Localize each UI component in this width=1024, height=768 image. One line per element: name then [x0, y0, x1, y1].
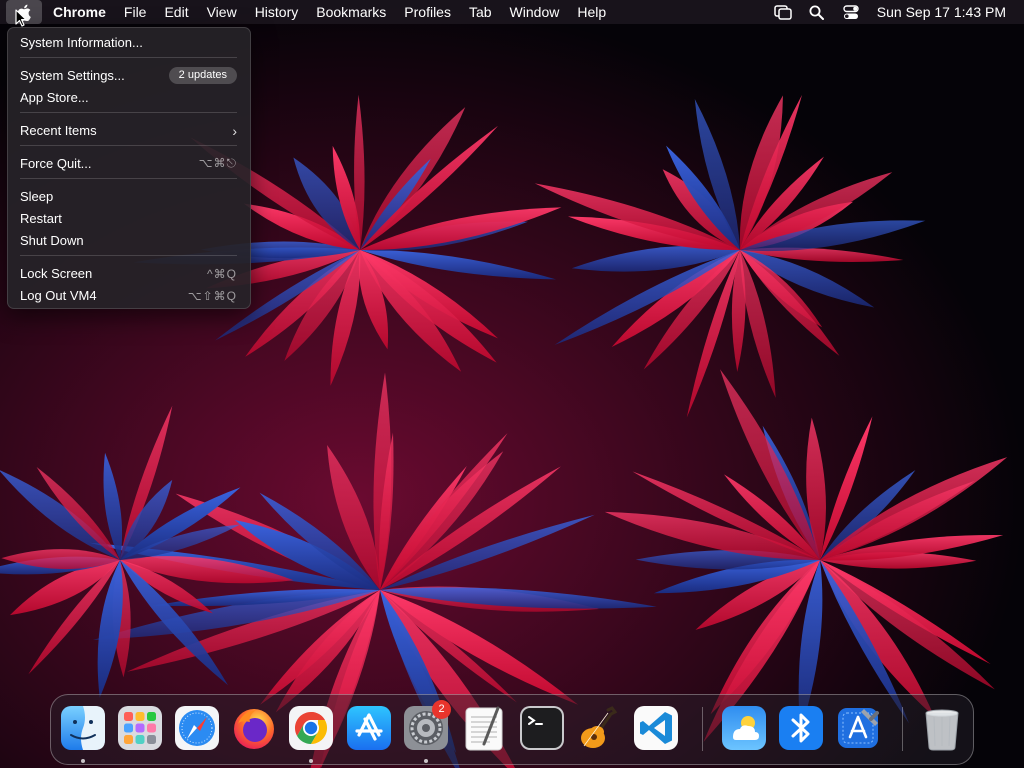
bluetooth-icon[interactable]: [777, 704, 825, 752]
trash-icon[interactable]: [918, 704, 966, 752]
running-indicator: [309, 759, 313, 763]
spotlight-search-icon[interactable]: [800, 0, 834, 24]
apple-menu-dropdown: System Information... System Settings...…: [7, 27, 251, 309]
safari-icon[interactable]: [173, 704, 221, 752]
menu-separator: [20, 255, 237, 256]
control-center-icon[interactable]: [834, 0, 868, 24]
dock: 2: [50, 694, 974, 765]
system-settings-icon[interactable]: 2: [402, 700, 451, 752]
menu-item-label: Shut Down: [20, 233, 84, 248]
menu-separator: [20, 112, 237, 113]
menu-view[interactable]: View: [198, 0, 246, 24]
menu-item-log-out[interactable]: Log Out VM4 ⌥⇧⌘Q: [20, 285, 237, 306]
menu-file[interactable]: File: [115, 0, 156, 24]
menu-window[interactable]: Window: [501, 0, 569, 24]
app-store-icon[interactable]: [345, 704, 393, 752]
screen-mirroring-icon[interactable]: [766, 0, 800, 24]
weather-icon[interactable]: [720, 704, 768, 752]
menu-bar-clock[interactable]: Sun Sep 17 1:43 PM: [868, 4, 1024, 20]
terminal-icon[interactable]: [518, 704, 566, 752]
menu-item-label: Sleep: [20, 189, 54, 204]
menu-item-app-store[interactable]: App Store...: [20, 87, 237, 108]
notification-badge: 2: [432, 700, 451, 719]
menu-item-label: Log Out VM4: [20, 288, 97, 303]
menu-item-label: Restart: [20, 211, 62, 226]
menu-item-system-settings[interactable]: System Settings... 2 updates: [20, 65, 237, 86]
menu-item-label: App Store...: [20, 90, 89, 105]
updates-badge: 2 updates: [168, 67, 237, 84]
menu-bar: Chrome File Edit View History Bookmarks …: [0, 0, 1024, 24]
menu-item-force-quit[interactable]: Force Quit... ⌥⌘⎋: [20, 153, 237, 174]
menu-item-system-information[interactable]: System Information...: [20, 32, 237, 53]
menu-item-label: Lock Screen: [20, 266, 93, 281]
menu-item-restart[interactable]: Restart: [20, 208, 237, 229]
menu-edit[interactable]: Edit: [155, 0, 197, 24]
menu-app-name[interactable]: Chrome: [42, 0, 115, 24]
menu-item-recent-items[interactable]: Recent Items ›: [20, 120, 237, 141]
mouse-pointer-icon: [15, 9, 27, 32]
menu-tab[interactable]: Tab: [460, 0, 501, 24]
firefox-icon[interactable]: [230, 704, 278, 752]
menu-bookmarks[interactable]: Bookmarks: [307, 0, 395, 24]
menu-item-lock-screen[interactable]: Lock Screen ^⌘Q: [20, 263, 237, 284]
menu-profiles[interactable]: Profiles: [395, 0, 460, 24]
menu-item-label: Recent Items: [20, 123, 97, 138]
dock-separator: [702, 707, 703, 751]
running-indicator: [424, 759, 428, 763]
vscode-icon[interactable]: [632, 704, 680, 752]
menu-history[interactable]: History: [246, 0, 308, 24]
menu-separator: [20, 178, 237, 179]
textedit-icon[interactable]: [460, 704, 508, 752]
menu-help[interactable]: Help: [568, 0, 615, 24]
running-indicator: [81, 759, 85, 763]
finder-icon[interactable]: [59, 704, 107, 752]
garageband-icon[interactable]: [575, 704, 623, 752]
chrome-icon[interactable]: [287, 704, 335, 752]
menu-item-label: System Settings...: [20, 68, 125, 83]
xcode-icon[interactable]: [834, 704, 882, 752]
menu-item-shut-down[interactable]: Shut Down: [20, 230, 237, 251]
lock-screen-shortcut: ^⌘Q: [207, 266, 237, 281]
menu-item-label: System Information...: [20, 35, 143, 50]
force-quit-shortcut: ⌥⌘⎋: [198, 156, 237, 170]
dock-separator: [902, 707, 903, 751]
menu-separator: [20, 145, 237, 146]
chevron-right-icon: ›: [232, 122, 237, 139]
menu-item-sleep[interactable]: Sleep: [20, 186, 237, 207]
launchpad-icon[interactable]: [116, 704, 164, 752]
log-out-shortcut: ⌥⇧⌘Q: [187, 288, 237, 303]
menu-separator: [20, 57, 237, 58]
menu-item-label: Force Quit...: [20, 156, 92, 171]
